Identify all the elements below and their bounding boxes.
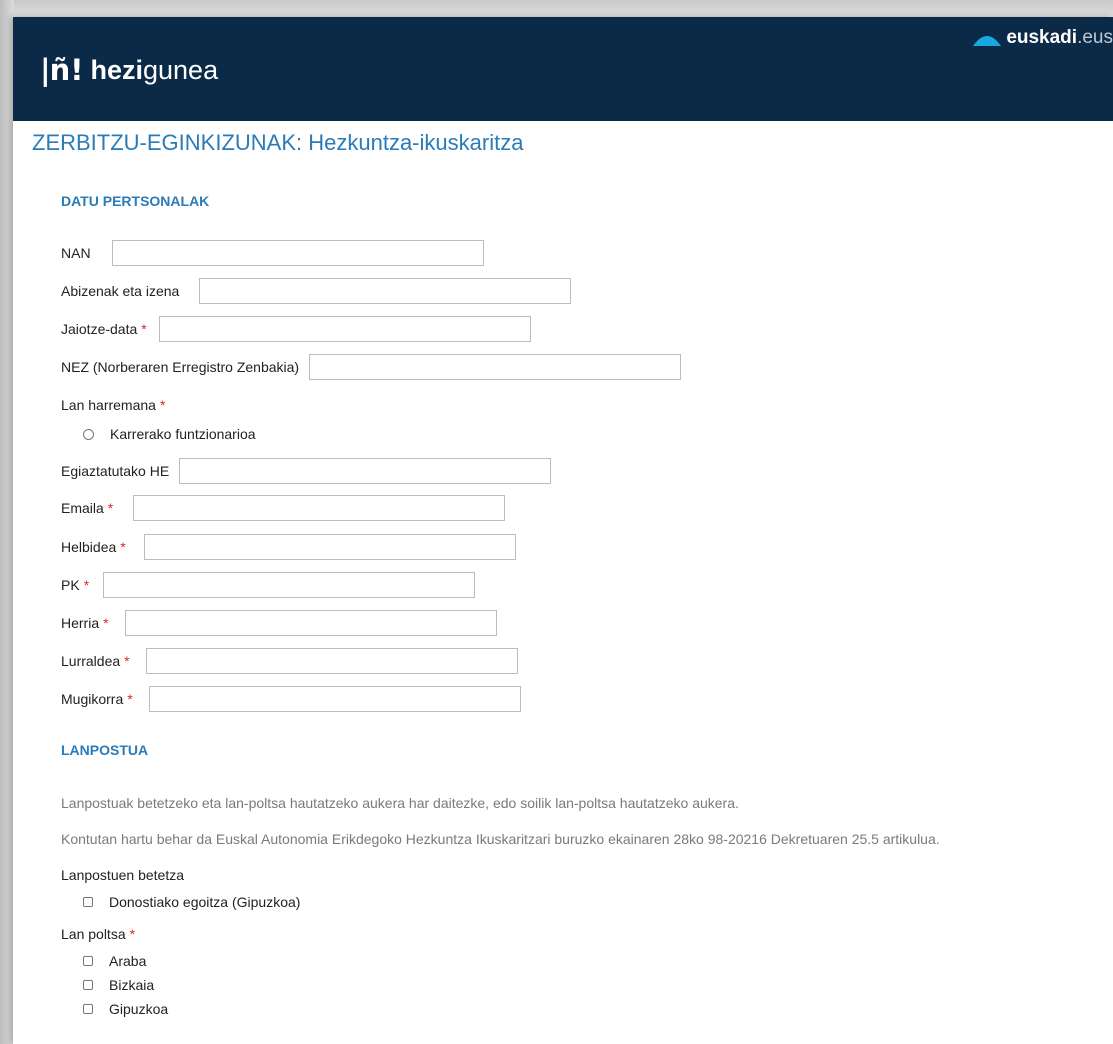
row-helbidea: Helbidea * xyxy=(61,534,516,560)
herria-label: Herria * xyxy=(61,615,109,631)
required-marker: * xyxy=(141,321,147,337)
required-marker: * xyxy=(120,539,126,555)
checkbox-label: Bizkaia xyxy=(109,977,155,993)
page-title: ZERBITZU-EGINKIZUNAK: Hezkuntza-ikuskari… xyxy=(32,130,524,155)
window-frame-left xyxy=(0,0,14,1044)
required-marker: * xyxy=(127,691,133,707)
checkbox-square[interactable] xyxy=(83,980,93,990)
checkbox-square[interactable] xyxy=(83,1004,93,1014)
radio-karrerako-funtzionarioa[interactable]: Karrerako funtzionarioa xyxy=(83,424,256,444)
row-nez: NEZ (Norberaren Erregistro Zenbakia) xyxy=(61,354,682,380)
lurraldea-label: Lurraldea * xyxy=(61,653,130,669)
row-jaiotze: Jaiotze-data * xyxy=(61,316,531,342)
abizenak-input[interactable] xyxy=(199,278,572,304)
pk-label: PK * xyxy=(61,577,90,593)
hezigunea-logo-mark: |ñ! xyxy=(40,53,84,87)
nan-label: NAN xyxy=(61,245,91,261)
lurraldea-input[interactable] xyxy=(145,648,518,674)
he-label: Egiaztatutako HE xyxy=(61,463,170,479)
required-marker: * xyxy=(129,926,136,942)
row-he: Egiaztatutako HE xyxy=(61,458,552,484)
euskadi-arch-icon xyxy=(973,36,1002,46)
nan-input[interactable] xyxy=(111,240,484,266)
lanpostua-note-1: Lanpostuak betetzeko eta lan-poltsa haut… xyxy=(61,795,739,811)
required-marker: * xyxy=(159,397,166,413)
checkbox-araba[interactable]: Araba xyxy=(83,951,146,971)
checkbox-label: Gipuzkoa xyxy=(109,1001,169,1017)
checkbox-gipuzkoa[interactable]: Gipuzkoa xyxy=(83,999,168,1019)
emaila-label: Emaila * xyxy=(61,500,114,516)
section-title-lanpostua: LANPOSTUA xyxy=(61,742,149,758)
hezigunea-logo[interactable]: |ñ! hezigunea xyxy=(40,50,218,90)
nez-label: NEZ (Norberaren Erregistro Zenbakia) xyxy=(61,359,300,375)
radio-option-label: Karrerako funtzionarioa xyxy=(110,426,256,442)
lanpostuen-betetza-label: Lanpostuen betetza xyxy=(61,867,184,883)
radio-circle[interactable] xyxy=(83,428,94,440)
required-marker: * xyxy=(124,653,130,669)
row-nan: NAN xyxy=(61,240,484,266)
site-header: |ñ! hezigunea euskadi.eus xyxy=(13,17,1113,121)
checkbox-square[interactable] xyxy=(83,956,93,966)
euskadi-eus-text: euskadi.eus xyxy=(1006,27,1113,48)
jaiotze-data-input[interactable] xyxy=(158,316,531,342)
row-mugikorra: Mugikorra * xyxy=(61,686,521,712)
required-marker: * xyxy=(107,500,114,516)
lan-harremana-label: Lan harremana * xyxy=(61,397,166,413)
row-pk: PK * xyxy=(61,572,476,598)
window-frame-top xyxy=(0,0,1113,18)
mugikorra-input[interactable] xyxy=(148,686,521,712)
checkbox-label: Donostiako egoitza (Gipuzkoa) xyxy=(109,894,301,910)
row-herria: Herria * xyxy=(61,610,497,636)
row-abizenak: Abizenak eta izena xyxy=(61,278,572,304)
required-marker: * xyxy=(103,615,109,631)
mugikorra-label: Mugikorra * xyxy=(61,691,133,707)
row-emaila: Emaila * xyxy=(61,495,506,521)
emaila-input[interactable] xyxy=(133,495,506,521)
checkbox-square[interactable] xyxy=(83,897,93,907)
pk-input[interactable] xyxy=(103,572,476,598)
euskadi-eus-logo[interactable]: euskadi.eus xyxy=(972,27,1113,49)
helbidea-input[interactable] xyxy=(143,534,516,560)
he-input[interactable] xyxy=(179,458,552,484)
herria-input[interactable] xyxy=(124,610,497,636)
abizenak-label: Abizenak eta izena xyxy=(61,283,180,299)
row-lurraldea: Lurraldea * xyxy=(61,648,518,674)
jaiotze-label: Jaiotze-data * xyxy=(61,321,147,337)
lanpostua-note-2: Kontutan hartu behar da Euskal Autonomia… xyxy=(61,831,940,847)
checkbox-bizkaia[interactable]: Bizkaia xyxy=(83,975,154,995)
helbidea-label: Helbidea * xyxy=(61,539,126,555)
nez-input[interactable] xyxy=(309,354,682,380)
required-marker: * xyxy=(83,577,90,593)
lan-poltsa-label: Lan poltsa * xyxy=(61,926,136,942)
hezigunea-logo-text: hezigunea xyxy=(90,54,219,85)
section-title-personal: DATU PERTSONALAK xyxy=(61,193,210,209)
checkbox-donostiako-egoitza[interactable]: Donostiako egoitza (Gipuzkoa) xyxy=(83,892,300,912)
page: |ñ! hezigunea euskadi.eus ZERBITZU-EGINK… xyxy=(13,17,1113,1044)
checkbox-label: Araba xyxy=(109,953,147,969)
